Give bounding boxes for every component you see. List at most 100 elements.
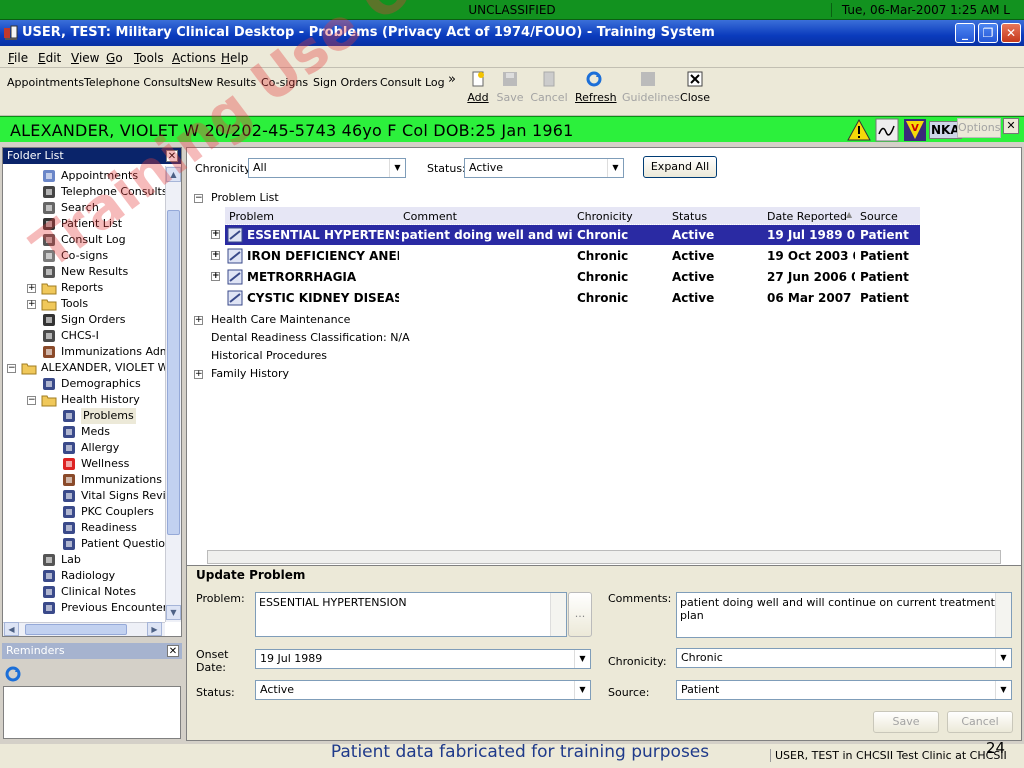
folder-item-label: Clinical Notes [61,585,136,598]
menu-file[interactable]: File [8,51,28,65]
node-historical-procedures[interactable]: Historical Procedures [211,349,327,362]
minimize-button[interactable]: _ [955,23,975,43]
reminders-close-button[interactable]: ✕ [167,645,179,657]
alert-v-icon[interactable]: V [903,118,927,142]
guidelines-button[interactable]: Guidelines [622,71,680,104]
signature-icon[interactable] [875,118,899,142]
folder-item-label: Patient Questionr [81,537,165,550]
folder-item-label: Telephone Consults [61,185,165,198]
folder-item-label: Reports [61,281,104,294]
menu-edit[interactable]: Edit [38,51,61,65]
update-cancel-button[interactable]: Cancel [947,711,1013,733]
folder-item-label: Health History [61,393,140,406]
hscroll-thumb[interactable] [25,624,127,635]
open-folder-icon [21,360,37,376]
folder-item-label: Previous Encounters [61,601,165,614]
folder-list-hscroll[interactable]: ◀ ▶ [3,622,165,636]
toolbar-link-sign-orders[interactable]: Sign Orders [313,76,377,89]
problem-field-scrollbar[interactable] [550,593,566,636]
warning-icon[interactable] [847,118,871,142]
restore-button[interactable]: ❐ [978,23,998,43]
column-chronicity[interactable]: Chronicity [577,210,633,223]
family-history-expander[interactable]: + [194,370,203,379]
comments-field-scrollbar[interactable] [995,593,1011,637]
status-filter-select[interactable]: Active ▼ [464,158,624,178]
close-button[interactable]: Close [676,71,714,104]
refresh-button[interactable]: Refresh [575,71,617,104]
options-button[interactable]: Options [957,118,1001,138]
toolbar-link-new-results[interactable]: New Results [189,76,256,89]
expand-all-button[interactable]: Expand All [643,156,717,178]
node-family-history[interactable]: Family History [211,367,289,380]
chronicity-field-select[interactable]: Chronic ▼ [676,648,1012,668]
toolbar-link-telephone-consults[interactable]: Telephone Consults [84,76,191,89]
questionnaire-icon [61,536,77,552]
cell-problem: IRON DEFICIENCY ANEMI [247,249,399,263]
problem-list-expander[interactable]: − [194,194,203,203]
toolbar-overflow-chevron[interactable]: » [448,72,456,87]
column-source[interactable]: Source [860,210,898,223]
table-row[interactable]: + METRORRHAGIA Chronic Active 27 Jun 2006 00… [211,267,920,287]
tree-expander[interactable]: − [7,364,16,373]
save-icon [503,72,517,86]
reminders-refresh-icon[interactable] [5,666,21,682]
banner-close-button[interactable]: ✕ [1003,118,1019,134]
menu-go[interactable]: Go [106,51,123,65]
problem-list-root[interactable]: Problem List [211,191,279,204]
save-button[interactable]: Save [491,71,529,104]
folder-list-vscroll[interactable]: ▲ ▼ [165,166,181,622]
sign-icon [41,312,57,328]
table-row[interactable]: + IRON DEFICIENCY ANEMI Chronic Active 19 Oc… [211,246,920,266]
patient-banner[interactable]: ALEXANDER, VIOLET W 20/202-45-5743 46yo … [0,116,1024,144]
folder-list-close-button[interactable]: ✕ [166,150,178,162]
tree-expander[interactable]: + [27,300,36,309]
scroll-thumb[interactable] [167,210,180,535]
column-problem[interactable]: Problem [229,210,274,223]
menu-view[interactable]: View [71,51,99,65]
chronicity-filter-select[interactable]: All ▼ [248,158,406,178]
rx-icon [61,424,77,440]
scroll-left-arrow[interactable]: ◀ [4,622,19,636]
syringe-icon [61,472,77,488]
scroll-up-arrow[interactable]: ▲ [166,167,181,182]
table-row[interactable]: CYSTIC KIDNEY DISEASE Chronic Active 06 Mar… [225,288,920,308]
source-field-select[interactable]: Patient ▼ [676,680,1012,700]
menu-bar: File Edit View Go Tools Actions Help [0,46,1024,68]
menu-tools[interactable]: Tools [134,51,164,65]
folder-item-label: Immunizations Admin [61,345,165,358]
toolbar-link-consult-log[interactable]: Consult Log [380,76,445,89]
status-field-select[interactable]: Active ▼ [255,680,591,700]
row-expander[interactable]: + [211,251,220,260]
cell-date: 19 Jul 1989 00: [767,228,855,242]
chronicity-field-value: Chronic [681,651,723,664]
problem-field[interactable]: ESSENTIAL HYPERTENSION [255,592,567,637]
menu-actions[interactable]: Actions [172,51,216,65]
health-care-maintenance-expander[interactable]: + [194,316,203,325]
column-status[interactable]: Status [672,210,707,223]
toolbar-link-appointments[interactable]: Appointments [7,76,84,89]
table-row[interactable]: + ESSENTIAL HYPERTENSI patient doing well … [211,224,921,246]
grid-hscroll[interactable] [207,550,1001,564]
scroll-down-arrow[interactable]: ▼ [166,605,181,620]
row-expander[interactable]: + [211,272,220,281]
onset-date-select[interactable]: 19 Jul 1989 ▼ [255,649,591,669]
column-date-reported[interactable]: Date Reported [767,210,847,223]
tree-expander[interactable]: − [27,396,36,405]
scroll-right-arrow[interactable]: ▶ [147,622,162,636]
column-comment[interactable]: Comment [403,210,457,223]
tree-expander[interactable]: + [27,284,36,293]
toolbar-link-co-signs[interactable]: Co-signs [261,76,308,89]
node-dental-readiness[interactable]: Dental Readiness Classification: N/A [211,331,410,344]
source-field-value: Patient [681,683,720,696]
node-health-care-maintenance[interactable]: Health Care Maintenance [211,313,350,326]
menu-help[interactable]: Help [221,51,248,65]
window-close-button[interactable]: ✕ [1001,23,1021,43]
row-expander[interactable]: + [211,230,220,239]
folder-item-label: Readiness [81,521,137,534]
folder-item-label: Search [61,201,99,214]
problem-browse-button[interactable]: ... [568,592,592,637]
update-save-button[interactable]: Save [873,711,939,733]
comments-field[interactable]: patient doing well and will continue on … [676,592,1012,638]
problem-icon [227,290,243,309]
cancel-button[interactable]: Cancel [530,71,568,104]
